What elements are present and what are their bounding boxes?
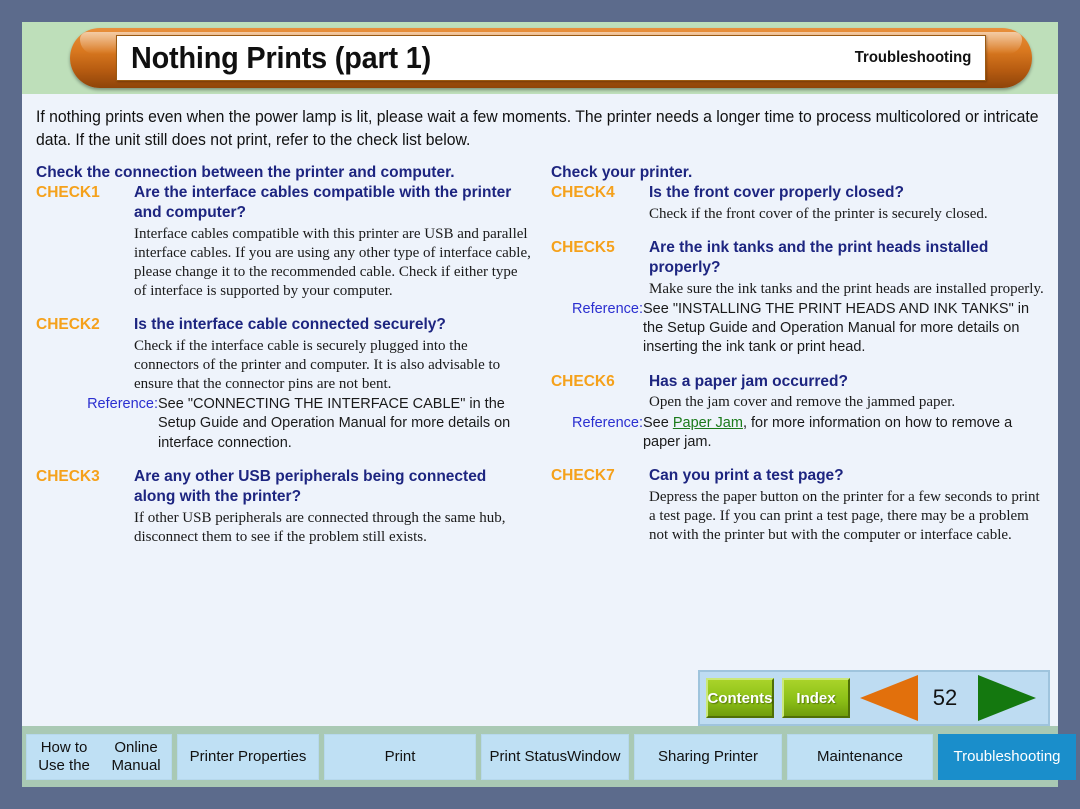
navigation-panel: Contents Index 52 <box>698 670 1050 726</box>
check-label-1: CHECK1 <box>36 184 100 202</box>
check-question-6: Has a paper jam occurred? <box>648 372 848 390</box>
check-text-6: Open the jam cover and remove the jammed… <box>648 394 956 411</box>
check-question-3: Are any other USB peripherals being conn… <box>134 467 487 505</box>
check-label-3: CHECK3 <box>36 467 100 485</box>
check-body-5: Are the ink tanks and the print heads in… <box>649 238 1044 299</box>
check-label-5: CHECK5 <box>550 239 615 257</box>
triangle-right-icon[interactable] <box>978 675 1036 721</box>
left-column-heading: Check the connection between the printer… <box>36 163 455 181</box>
tab-print-status-window[interactable]: Print Status Window <box>481 733 629 780</box>
check-item-1: CHECK1 Are the interface cables compatib… <box>36 183 531 301</box>
check-label-7: CHECK7 <box>550 467 615 485</box>
intro-paragraph: If nothing prints even when the power la… <box>36 108 1039 150</box>
header-section-label: Troubleshooting <box>854 49 971 66</box>
check-text-5: Make sure the ink tanks and the print he… <box>648 280 1044 297</box>
manual-page: Nothing Prints (part 1) Troubleshooting … <box>0 0 1080 809</box>
check-item-4: CHECK4 Is the front cover properly close… <box>551 183 1044 224</box>
check-body-4: Is the front cover properly closed? Chec… <box>649 183 1044 224</box>
triangle-left-icon[interactable] <box>860 675 918 721</box>
tab-sharing-printer[interactable]: Sharing Printer <box>634 733 782 780</box>
reference-block-check2: Reference: See "CONNECTING THE INTERFACE… <box>36 395 531 453</box>
check-item-3: CHECK3 Are any other USB peripherals bei… <box>36 467 531 547</box>
reference-block-check6: Reference: See Paper Jam, for more infor… <box>551 414 1044 453</box>
tab-printer-properties[interactable]: Printer Properties <box>177 733 319 780</box>
reference-prefix: See <box>642 414 673 431</box>
page-title: Nothing Prints (part 1) <box>131 40 432 75</box>
check-label-6: CHECK6 <box>550 372 615 390</box>
tab-print[interactable]: Print <box>324 733 476 780</box>
reference-block-check5: Reference: See "INSTALLING THE PRINT HEA… <box>551 300 1044 358</box>
check-body-7: Can you print a test page? Depress the p… <box>649 466 1044 545</box>
check-item-6: CHECK6 Has a paper jam occurred? Open th… <box>551 372 1044 413</box>
reference-text: See "INSTALLING THE PRINT HEADS AND INK … <box>642 300 1030 356</box>
check-body-6: Has a paper jam occurred? Open the jam c… <box>649 372 1044 413</box>
index-button[interactable]: Index <box>782 678 850 718</box>
checklist-columns: Check the connection between the printer… <box>36 163 1044 547</box>
check-question-4: Is the front cover properly closed? <box>648 184 904 202</box>
page-number: 52 <box>932 685 958 710</box>
check-text-3: If other USB peripherals are connected t… <box>134 509 506 545</box>
header-band: Nothing Prints (part 1) Troubleshooting <box>22 22 1058 94</box>
right-column-heading: Check your printer. <box>550 163 693 181</box>
check-body-1: Are the interface cables compatible with… <box>134 183 531 301</box>
reference-label: Reference: <box>572 414 643 431</box>
reference-label: Reference: <box>87 396 158 413</box>
tab-maintenance[interactable]: Maintenance <box>787 733 933 780</box>
check-text-1: Interface cables compatible with this pr… <box>134 225 531 300</box>
check-text-2: Check if the interface cable is securely… <box>134 337 501 392</box>
check-question-7: Can you print a test page? <box>648 467 844 485</box>
title-bar: Nothing Prints (part 1) Troubleshooting <box>116 35 986 81</box>
check-text-7: Depress the paper button on the printer … <box>648 488 1040 543</box>
paper-jam-link[interactable]: Paper Jam <box>673 415 743 431</box>
check-text-4: Check if the front cover of the printer … <box>648 206 988 223</box>
check-question-5: Are the ink tanks and the print heads in… <box>648 239 989 276</box>
check-item-2: CHECK2 Is the interface cable connected … <box>36 315 531 394</box>
reference-label: Reference: <box>572 300 643 317</box>
check-label-2: CHECK2 <box>36 316 100 334</box>
check-body-2: Is the interface cable connected securel… <box>134 315 531 394</box>
check-body-3: Are any other USB peripherals being conn… <box>134 467 531 547</box>
left-column: Check the connection between the printer… <box>36 163 531 547</box>
tab-bar: How to Use the Online Manual Printer Prop… <box>22 726 1076 787</box>
contents-button[interactable]: Contents <box>706 678 774 718</box>
tab-how-to-use-online-manual[interactable]: How to Use the Online Manual <box>26 733 172 780</box>
right-column: Check your printer. CHECK4 Is the front … <box>551 163 1044 547</box>
title-pill: Nothing Prints (part 1) Troubleshooting <box>70 28 1032 88</box>
check-question-2: Is the interface cable connected securel… <box>134 316 446 334</box>
check-item-7: CHECK7 Can you print a test page? Depres… <box>551 466 1044 545</box>
check-item-5: CHECK5 Are the ink tanks and the print h… <box>551 238 1044 299</box>
tab-troubleshooting[interactable]: Troubleshooting <box>938 733 1076 780</box>
check-label-4: CHECK4 <box>550 184 615 202</box>
reference-text-with-link: See Paper Jam, for more information on h… <box>643 414 1044 453</box>
content-area: If nothing prints even when the power la… <box>22 94 1058 726</box>
check-question-1: Are the interface cables compatible with… <box>134 184 512 222</box>
reference-text: See "CONNECTING THE INTERFACE CABLE" in … <box>158 396 511 451</box>
